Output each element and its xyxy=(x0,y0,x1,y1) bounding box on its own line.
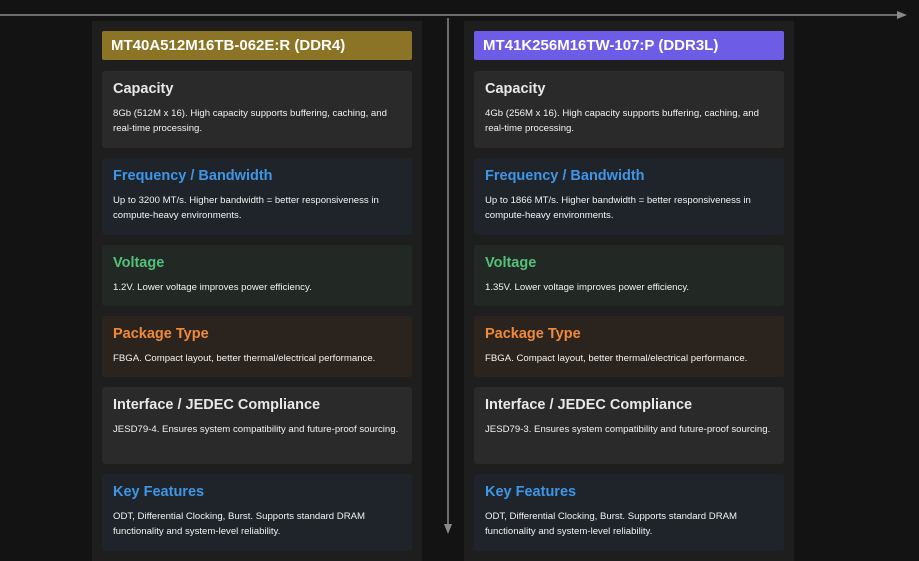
card-body: 4Gb (256M x 16). High capacity supports … xyxy=(485,108,759,134)
card-title: Interface / JEDEC Compliance xyxy=(485,397,693,413)
card-body: ODT, Differential Clocking, Burst. Suppo… xyxy=(113,511,366,537)
ddr3l-title: MT41K256M16TW-107:P (DDR3L) xyxy=(474,31,784,60)
ddr3l-package-card: Package Type FBGA. Compact layout, bette… xyxy=(474,316,784,377)
card-body: 8Gb (512M x 16). High capacity supports … xyxy=(113,108,387,134)
ddr3l-capacity-card: Capacity 4Gb (256M x 16). High capacity … xyxy=(474,71,784,148)
card-body: FBGA. Compact layout, better thermal/ele… xyxy=(113,353,376,364)
card-title: Package Type xyxy=(485,326,581,342)
ddr3l-features-card: Key Features ODT, Differential Clocking,… xyxy=(474,474,784,551)
ddr4-interface-card: Interface / JEDEC Compliance JESD79-4. E… xyxy=(102,387,412,464)
ddr3l-column: MT41K256M16TW-107:P (DDR3L) Capacity 4Gb… xyxy=(464,21,794,561)
ddr4-title: MT40A512M16TB-062E:R (DDR4) xyxy=(102,31,412,60)
card-body: 1.35V. Lower voltage improves power effi… xyxy=(485,282,690,293)
card-body: ODT, Differential Clocking, Burst. Suppo… xyxy=(485,511,738,537)
vertical-arrow-icon xyxy=(444,18,452,534)
ddr3l-interface-card: Interface / JEDEC Compliance JESD79-3. E… xyxy=(474,387,784,464)
card-body: JESD79-3. Ensures system compatibility a… xyxy=(485,424,771,435)
card-title: Capacity xyxy=(485,81,546,97)
card-title: Voltage xyxy=(485,255,537,271)
ddr4-package-card: Package Type FBGA. Compact layout, bette… xyxy=(102,316,412,377)
ddr4-features-card: Key Features ODT, Differential Clocking,… xyxy=(102,474,412,551)
card-body: Up to 1866 MT/s. Higher bandwidth = bett… xyxy=(485,195,751,221)
ddr4-frequency-card: Frequency / Bandwidth Up to 3200 MT/s. H… xyxy=(102,158,412,235)
horizontal-arrow-icon xyxy=(0,11,907,19)
ddr3l-frequency-card: Frequency / Bandwidth Up to 1866 MT/s. H… xyxy=(474,158,784,235)
card-body: FBGA. Compact layout, better thermal/ele… xyxy=(485,353,748,364)
card-title: Capacity xyxy=(113,81,174,97)
card-title: Interface / JEDEC Compliance xyxy=(113,397,321,413)
card-title: Key Features xyxy=(485,484,577,500)
ddr4-capacity-card: Capacity 8Gb (512M x 16). High capacity … xyxy=(102,71,412,148)
card-title: Package Type xyxy=(113,326,209,342)
card-body: 1.2V. Lower voltage improves power effic… xyxy=(113,282,312,293)
card-title: Voltage xyxy=(113,255,165,271)
card-body: Up to 3200 MT/s. Higher bandwidth = bett… xyxy=(113,195,379,221)
ddr4-column: MT40A512M16TB-062E:R (DDR4) Capacity 8Gb… xyxy=(92,21,422,561)
card-body: JESD79-4. Ensures system compatibility a… xyxy=(113,424,399,435)
ddr3l-voltage-card: Voltage 1.35V. Lower voltage improves po… xyxy=(474,245,784,306)
card-title: Frequency / Bandwidth xyxy=(113,168,273,184)
card-title: Key Features xyxy=(113,484,205,500)
ddr4-voltage-card: Voltage 1.2V. Lower voltage improves pow… xyxy=(102,245,412,306)
card-title: Frequency / Bandwidth xyxy=(485,168,645,184)
